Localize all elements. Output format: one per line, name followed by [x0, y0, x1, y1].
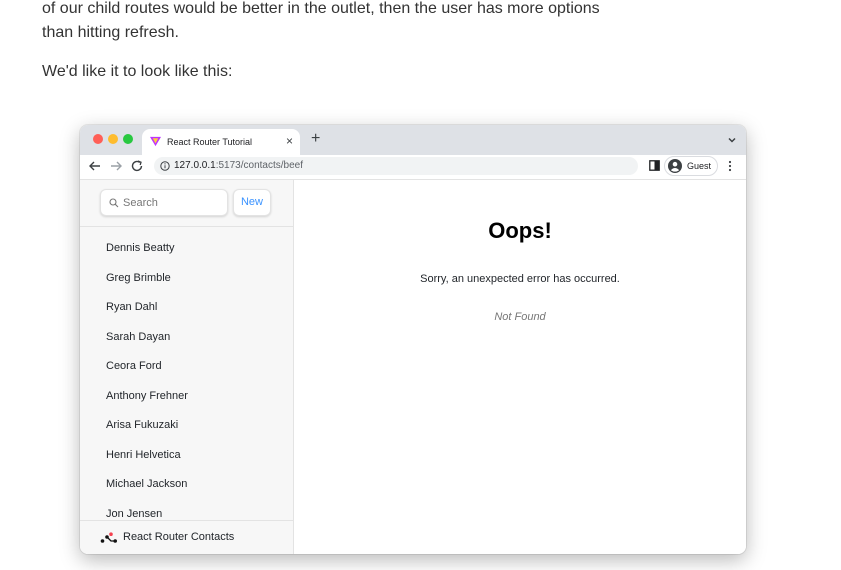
contact-link[interactable]: Jon Jensen: [106, 508, 162, 518]
tab-close-icon[interactable]: ×: [286, 134, 293, 148]
contact-link[interactable]: Sarah Dayan: [106, 331, 170, 343]
error-message: Sorry, an unexpected error has occurred.: [420, 273, 620, 285]
close-window-button[interactable]: [93, 134, 103, 144]
react-router-logo-icon: [100, 532, 117, 543]
address-bar[interactable]: 127.0.0.1:5173/contacts/beef: [154, 157, 638, 175]
search-box: [100, 189, 228, 216]
sidebar-footer-title: React Router Contacts: [123, 531, 235, 543]
side-panel-icon[interactable]: [649, 160, 660, 171]
tab-strip: React Router Tutorial × +: [80, 125, 746, 155]
search-icon: [109, 198, 119, 208]
profile-button[interactable]: Guest: [664, 156, 718, 176]
minimize-window-button[interactable]: [108, 134, 118, 144]
contact-link[interactable]: Michael Jackson: [106, 478, 187, 490]
sidebar-footer: React Router Contacts: [80, 520, 293, 554]
contact-link[interactable]: Arisa Fukuzaki: [106, 419, 178, 431]
contact-link[interactable]: Anthony Frehner: [106, 390, 188, 402]
forward-arrow-icon[interactable]: [109, 159, 123, 173]
contact-link[interactable]: Henri Helvetica: [106, 449, 181, 461]
browser-toolbar: 127.0.0.1:5173/contacts/beef Guest: [80, 155, 746, 180]
error-page: Oops! Sorry, an unexpected error has occ…: [294, 180, 746, 554]
search-input[interactable]: [121, 196, 225, 210]
url-host: 127.0.0.1: [174, 160, 216, 171]
sidebar: New Dennis Beatty Greg Brimble Ryan Dahl…: [80, 180, 294, 554]
guest-avatar-icon: [668, 159, 682, 173]
reload-icon[interactable]: [130, 159, 144, 173]
url-text: 127.0.0.1:5173/contacts/beef: [174, 160, 303, 171]
contact-link[interactable]: Greg Brimble: [106, 272, 171, 284]
more-options-icon[interactable]: [728, 160, 732, 172]
browser-tab[interactable]: React Router Tutorial ×: [142, 129, 300, 155]
contact-list: Dennis Beatty Greg Brimble Ryan Dahl Sar…: [80, 227, 293, 518]
maximize-window-button[interactable]: [123, 134, 133, 144]
article-paragraph: of our child routes would be better in t…: [42, 0, 600, 41]
new-contact-button[interactable]: New: [233, 189, 271, 216]
tab-title: React Router Tutorial: [167, 137, 253, 147]
url-path: :5173/contacts/beef: [215, 160, 304, 171]
error-status-text: Not Found: [494, 311, 546, 323]
chevron-down-icon[interactable]: [726, 134, 738, 146]
error-title: Oops!: [488, 218, 552, 243]
back-arrow-icon[interactable]: [88, 159, 102, 173]
article-paragraph-intro: We'd like it to look like this:: [42, 63, 233, 80]
new-tab-button[interactable]: +: [311, 130, 320, 148]
browser-window-screenshot: React Router Tutorial × + 127.0.0.1:5173…: [80, 125, 746, 554]
profile-label: Guest: [687, 161, 712, 171]
contact-link[interactable]: Dennis Beatty: [106, 242, 174, 254]
vite-favicon-icon: [150, 136, 161, 147]
site-info-icon[interactable]: [160, 161, 170, 171]
contact-link[interactable]: Ryan Dahl: [106, 301, 157, 313]
contact-link[interactable]: Ceora Ford: [106, 360, 162, 372]
